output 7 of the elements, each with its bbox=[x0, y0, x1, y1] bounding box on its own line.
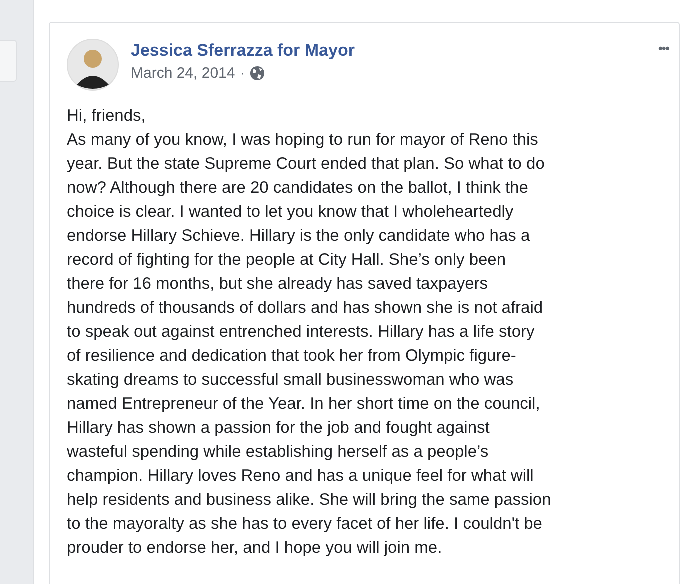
post-text: Hi, friends, As many of you know, I was hoping to run for mayor of Reno this year. But the state Supreme Court ended that plan. So what to do now? Although there are 20 candidates on the ballot, I think the choice is clear. I wanted to let you know that I wholeheartedly endorse Hillary Schieve. Hillary is the only candidate who has a record of fighting for the people at City Hall. She’s only been there for 16 months, but she already has saved taxpayers hundreds of thousands of dollars and has shown she is not afraid to speak out against entrenched interests. Hillary has a life story of resilience and dedication that took her from Olympic figure- skating dreams to successful small businesswoman who was named Entrepreneur of the Year. In her short time on the council, Hillary has shown a passion for the job and fought against wasteful spending while establishing herself as a people’s champion. Hillary loves Reno and has a unique feel for what will help residents and business alike. She will bring the same passion to the mayoralty as she has to every facet of her life. I couldn't be prouder to endorse her, and I hope you will join me. bbox=[67, 106, 552, 559]
post-date[interactable]: March 24, 2014 bbox=[131, 65, 236, 82]
globe-icon bbox=[250, 66, 266, 81]
more-button[interactable]: ••• bbox=[658, 41, 669, 56]
author-name[interactable]: Jessica Sferrazza for Mayor bbox=[131, 41, 646, 61]
separator: · bbox=[240, 65, 246, 82]
avatar[interactable] bbox=[67, 39, 119, 91]
